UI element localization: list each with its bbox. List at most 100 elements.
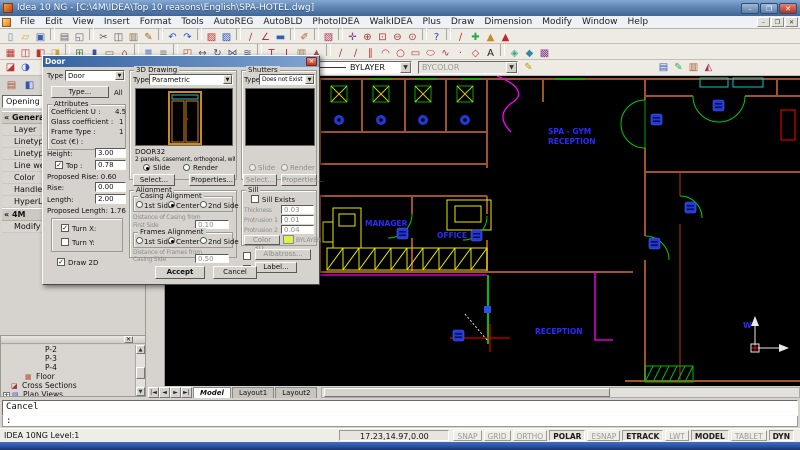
sill-exists-checkbox[interactable] (251, 195, 259, 203)
frames-2nd-radio[interactable] (200, 237, 207, 244)
open-icon[interactable]: ▱ (18, 31, 33, 44)
menu-format[interactable]: Format (135, 17, 177, 27)
toggle-dyn[interactable]: DYN (769, 430, 794, 441)
image-icon[interactable]: ▧ (321, 31, 336, 44)
menu-dimension[interactable]: Dimension (479, 17, 537, 27)
linetype-manager-icon[interactable]: ✎ (521, 61, 536, 74)
tree-item-cross-sections[interactable]: ◪Cross Sections (1, 381, 134, 390)
pencil-icon[interactable]: ✐ (297, 31, 312, 44)
doc-close-button[interactable]: ✕ (785, 17, 798, 27)
toggle-ortho[interactable]: ORTHO (513, 430, 548, 441)
frames-center-radio[interactable] (168, 237, 175, 244)
select-button[interactable]: Select... (133, 174, 175, 186)
menu-draw[interactable]: Draw (446, 17, 480, 27)
toggle-snap[interactable]: SNAP (453, 430, 481, 441)
polyline-icon[interactable]: ∕ (348, 47, 363, 60)
render-radio[interactable] (183, 164, 190, 171)
casing-center-radio[interactable] (168, 201, 175, 208)
scroll-down-icon[interactable]: ▼ (136, 387, 145, 396)
ellipse-icon[interactable]: ⬭ (423, 47, 438, 60)
zoom-previous-icon[interactable]: ⊖ (390, 31, 405, 44)
rise-field[interactable]: 0.00 (95, 182, 126, 192)
turn-y-checkbox[interactable] (61, 238, 69, 246)
menu-autoreg[interactable]: AutoREG (209, 17, 259, 27)
chevron-down-icon[interactable]: ▼ (223, 75, 232, 84)
chevron-down-icon[interactable]: ▼ (305, 75, 314, 84)
tree-item-p-3[interactable]: P-3 (1, 354, 134, 363)
doc-restore-button[interactable]: ❐ (771, 17, 784, 27)
maximize-button[interactable]: ❐ (760, 3, 778, 14)
tree-panel-header[interactable]: ✕ (1, 336, 145, 344)
pan-icon[interactable]: ✛ (345, 31, 360, 44)
print-icon[interactable]: ▤ (57, 31, 72, 44)
chevron-down-icon[interactable]: ▼ (115, 71, 124, 80)
document-icon[interactable] (2, 18, 11, 27)
warning-icon[interactable]: ▲ (483, 31, 498, 44)
top-checkbox[interactable]: ✓ (55, 161, 63, 169)
type-button[interactable]: Type... (51, 86, 109, 98)
horizontal-scrollbar[interactable] (321, 387, 800, 398)
layers-panel-icon[interactable]: ▲ (498, 31, 513, 44)
double-line-icon[interactable]: ∥ (363, 47, 378, 60)
tree-item-plan-views[interactable]: +▤Plan Views (1, 390, 134, 396)
cut-icon[interactable]: ✂ (96, 31, 111, 44)
zoom-realtime-icon[interactable]: ⊕ (360, 31, 375, 44)
menu-help[interactable]: Help (623, 17, 654, 27)
tab-last-button[interactable]: ►| (181, 387, 192, 398)
top-field[interactable]: 0.78 (95, 160, 126, 170)
casing-2nd-radio[interactable] (200, 201, 207, 208)
toggle-grid[interactable]: GRID (484, 430, 511, 441)
accept-button[interactable]: Accept (155, 266, 205, 279)
paste-icon[interactable]: ▥ (126, 31, 141, 44)
tab-layout2[interactable]: Layout2 (275, 387, 317, 398)
shutters-type-combo[interactable]: Does not Exist▼ (259, 74, 315, 85)
drawing3d-type-combo[interactable]: Parametric▼ (149, 74, 233, 85)
menu-plus[interactable]: Plus (418, 17, 446, 27)
menu-photoidea[interactable]: PhotoIDEA (307, 17, 364, 27)
toggle-tablet[interactable]: TABLET (731, 430, 767, 441)
spline-icon[interactable]: ∿ (438, 47, 453, 60)
linetype-combo[interactable]: BYLAYER ▼ (316, 61, 412, 74)
format-painter-icon[interactable]: ✎ (141, 31, 156, 44)
match-properties-icon[interactable]: ✎ (671, 61, 686, 74)
properties-button[interactable]: Properties... (189, 174, 235, 186)
menu-insert[interactable]: Insert (99, 17, 135, 27)
line-draw-icon[interactable]: ∕ (243, 31, 258, 44)
toggle-polar[interactable]: POLAR (549, 430, 585, 441)
idea-cube-icon[interactable]: ◪ (3, 61, 18, 74)
label-button[interactable]: Label... (255, 262, 297, 273)
menu-autobld[interactable]: AutoBLD (258, 17, 307, 27)
polyline-draw-icon[interactable]: ∠ (258, 31, 273, 44)
walk3d-icon[interactable]: ◑ (18, 61, 33, 74)
menu-edit[interactable]: Edit (40, 17, 67, 27)
command-history[interactable]: Cancel (2, 400, 798, 416)
toggle-esnap[interactable]: ESNAP (587, 430, 620, 441)
circle-icon[interactable]: ○ (393, 47, 408, 60)
menu-modify[interactable]: Modify (537, 17, 577, 27)
polygon-icon[interactable]: ◇ (468, 47, 483, 60)
opening-tool-icon[interactable]: ◫ (18, 47, 33, 60)
door-dialog[interactable]: Door ✕ Type Door▼ Type... All Attributes… (42, 55, 320, 285)
menu-file[interactable]: File (15, 17, 40, 27)
plot-style-icon[interactable]: ▥ (686, 61, 701, 74)
scrollbar-thumb[interactable] (324, 388, 610, 397)
tab-prev-button[interactable]: ◄ (159, 387, 170, 398)
turn-x-checkbox[interactable]: ✓ (61, 224, 69, 232)
dialog-close-icon[interactable]: ✕ (306, 57, 317, 66)
title-bar[interactable]: Idea 10 NG - [C:\4M\IDEA\Top 10 reasons\… (0, 0, 800, 16)
zoom-extents-icon[interactable]: ⊙ (405, 31, 420, 44)
minimize-button[interactable]: – (741, 3, 759, 14)
undo-icon[interactable]: ↶ (165, 31, 180, 44)
all-label[interactable]: All (114, 89, 123, 97)
print-preview-icon[interactable]: ◱ (72, 31, 87, 44)
named-views-icon[interactable]: ◭ (701, 61, 716, 74)
redo-icon[interactable]: ↷ (180, 31, 195, 44)
tree-item-p-2[interactable]: P-2 (1, 345, 134, 354)
linetype-icon[interactable]: ▬ (273, 31, 288, 44)
chevron-down-icon[interactable]: ▼ (400, 62, 411, 73)
frames-1st-radio[interactable] (136, 237, 143, 244)
height-field[interactable]: 3.00 (95, 148, 126, 158)
copy-icon[interactable]: ◫ (111, 31, 126, 44)
building-levels-icon[interactable]: ▤ (4, 79, 19, 92)
toggle-lwt[interactable]: LWT (665, 430, 689, 441)
